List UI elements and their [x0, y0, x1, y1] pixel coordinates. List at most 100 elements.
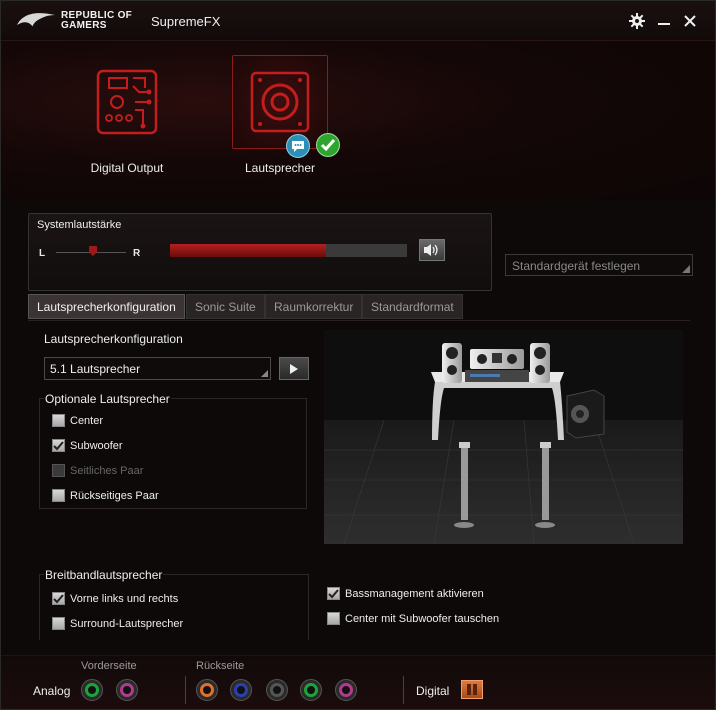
dropdown-arrow-icon [261, 370, 268, 377]
speaker-volume-icon [424, 244, 438, 256]
jack-divider [403, 676, 404, 704]
optional-speakers-title: Optionale Lautsprecher [44, 392, 171, 406]
device-label: Lautsprecher [244, 161, 316, 175]
speaker-preview-image [324, 330, 683, 544]
settings-button[interactable] [628, 12, 646, 30]
home-theater-illustration [324, 330, 683, 544]
analog-label: Analog [33, 684, 71, 698]
checkbox-label: Seitliches Paar [70, 464, 144, 477]
broadband-speakers-group: Breitbandlautsprecher [39, 568, 309, 640]
checkbox-label: Subwoofer [70, 439, 123, 452]
speaker-config-value: 5.1 Lautsprecher [50, 362, 141, 376]
rear-jack-pink[interactable] [335, 679, 357, 701]
check-badge-icon [316, 133, 340, 157]
minimize-icon [658, 23, 670, 25]
corner-arrow-icon [682, 265, 690, 273]
jack-ring-icon [270, 683, 284, 697]
jack-ring-icon [120, 683, 134, 697]
speaker-config-label: Lautsprecherkonfiguration [44, 332, 183, 346]
device-tile [79, 55, 175, 149]
checkmark-icon [53, 593, 64, 603]
mute-button[interactable] [419, 239, 445, 261]
volume-slider[interactable] [170, 244, 407, 257]
chat-bubble-icon [286, 134, 310, 158]
volume-fill [170, 244, 327, 257]
checkbox-box[interactable] [52, 489, 65, 502]
spdif-icon [467, 684, 477, 695]
checkbox-label: Vorne links und rechts [70, 592, 179, 605]
set-default-device-label: Standardgerät festlegen [512, 259, 641, 273]
test-speakers-button[interactable] [279, 357, 309, 380]
device-tile [232, 55, 340, 158]
rear-jack-green[interactable] [300, 679, 322, 701]
checkbox-center-subwoofer-tauschen[interactable]: Center mit Subwoofer tauschen [327, 612, 499, 625]
rear-jack-blue[interactable] [230, 679, 252, 701]
jack-ring-icon [234, 683, 248, 697]
tab-content-divider [28, 320, 690, 321]
audio-jacks-bar: Vorderseite Rückseite Analog Digital [1, 655, 715, 709]
checkbox-label: Center mit Subwoofer tauschen [345, 612, 500, 625]
speaker-config-select[interactable]: 5.1 Lautsprecher [44, 357, 271, 380]
checkmark-icon [53, 440, 64, 450]
balance-slider-handle[interactable] [89, 246, 97, 256]
minimize-button[interactable] [655, 12, 673, 30]
checkbox-label: Bassmanagement aktivieren [345, 587, 484, 600]
app-title: SupremeFX [151, 14, 221, 29]
checkbox-label: Rückseitiges Paar [70, 489, 159, 502]
tab-lautsprecherkonfiguration[interactable]: Lautsprecherkonfiguration [28, 294, 185, 319]
title-bar[interactable]: REPUBLIC OF GAMERS SupremeFX [1, 1, 715, 41]
balance-right-label: R [133, 248, 141, 259]
tab-sonic-suite[interactable]: Sonic Suite [186, 294, 265, 319]
play-icon [290, 363, 298, 374]
digital-output-icon [96, 69, 158, 135]
device-lautsprecher[interactable]: Lautsprecher [232, 55, 340, 175]
jack-ring-icon [339, 683, 353, 697]
rear-jack-black[interactable] [266, 679, 288, 701]
digital-label: Digital [416, 684, 450, 698]
front-panel-caption: Vorderseite [81, 660, 137, 672]
checkbox-box[interactable] [327, 587, 340, 600]
close-icon [684, 15, 696, 27]
brand-line-2: GAMERS [61, 20, 107, 31]
front-jack-pink[interactable] [116, 679, 138, 701]
checkbox-subwoofer[interactable]: Subwoofer [52, 439, 123, 452]
checkbox-rueckseitiges-paar[interactable]: Rückseitiges Paar [52, 489, 159, 502]
checkbox-surround-lautsprecher[interactable]: Surround-Lautsprecher [52, 617, 183, 630]
checkbox-label: Surround-Lautsprecher [70, 617, 184, 630]
jack-ring-icon [304, 683, 318, 697]
system-volume-panel: Systemlautstärke L R [28, 213, 492, 291]
tab-raumkorrektur[interactable]: Raumkorrektur [265, 294, 363, 319]
balance-left-label: L [39, 248, 46, 259]
jack-divider [185, 676, 186, 704]
brand-name: REPUBLIC OF GAMERS [61, 11, 132, 31]
volume-title: Systemlautstärke [37, 219, 122, 231]
jack-ring-icon [85, 683, 99, 697]
supremefx-window: REPUBLIC OF GAMERS SupremeFX Digital Out… [0, 0, 716, 710]
checkmark-icon [328, 588, 339, 598]
gear-icon [629, 13, 645, 29]
rear-jack-orange[interactable] [196, 679, 218, 701]
set-default-device-button[interactable]: Standardgerät festlegen [505, 254, 693, 276]
device-selector: Digital Output Lautsprecher [1, 41, 715, 201]
checkbox-box[interactable] [52, 617, 65, 630]
digital-output-jack[interactable] [461, 680, 483, 699]
rear-panel-caption: Rückseite [196, 660, 245, 672]
close-button[interactable] [681, 12, 699, 30]
checkbox-box[interactable] [52, 414, 65, 427]
checkbox-box[interactable] [327, 612, 340, 625]
checkbox-box[interactable] [52, 592, 65, 605]
speaker-icon [250, 71, 310, 133]
checkbox-center[interactable]: Center [52, 414, 103, 427]
rog-logo-icon [17, 13, 55, 28]
checkbox-bassmanagement[interactable]: Bassmanagement aktivieren [327, 587, 484, 600]
checkbox-label: Center [70, 414, 104, 427]
jack-ring-icon [200, 683, 214, 697]
checkbox-box[interactable] [52, 439, 65, 452]
front-jack-green[interactable] [81, 679, 103, 701]
checkbox-box[interactable] [52, 464, 65, 477]
checkbox-seitliches-paar[interactable]: Seitliches Paar [52, 464, 143, 477]
checkbox-vorne-links-rechts[interactable]: Vorne links und rechts [52, 592, 178, 605]
broadband-speakers-title: Breitbandlautsprecher [44, 568, 164, 582]
tab-standardformat[interactable]: Standardformat [362, 294, 463, 319]
device-digital-output[interactable]: Digital Output [79, 55, 175, 175]
